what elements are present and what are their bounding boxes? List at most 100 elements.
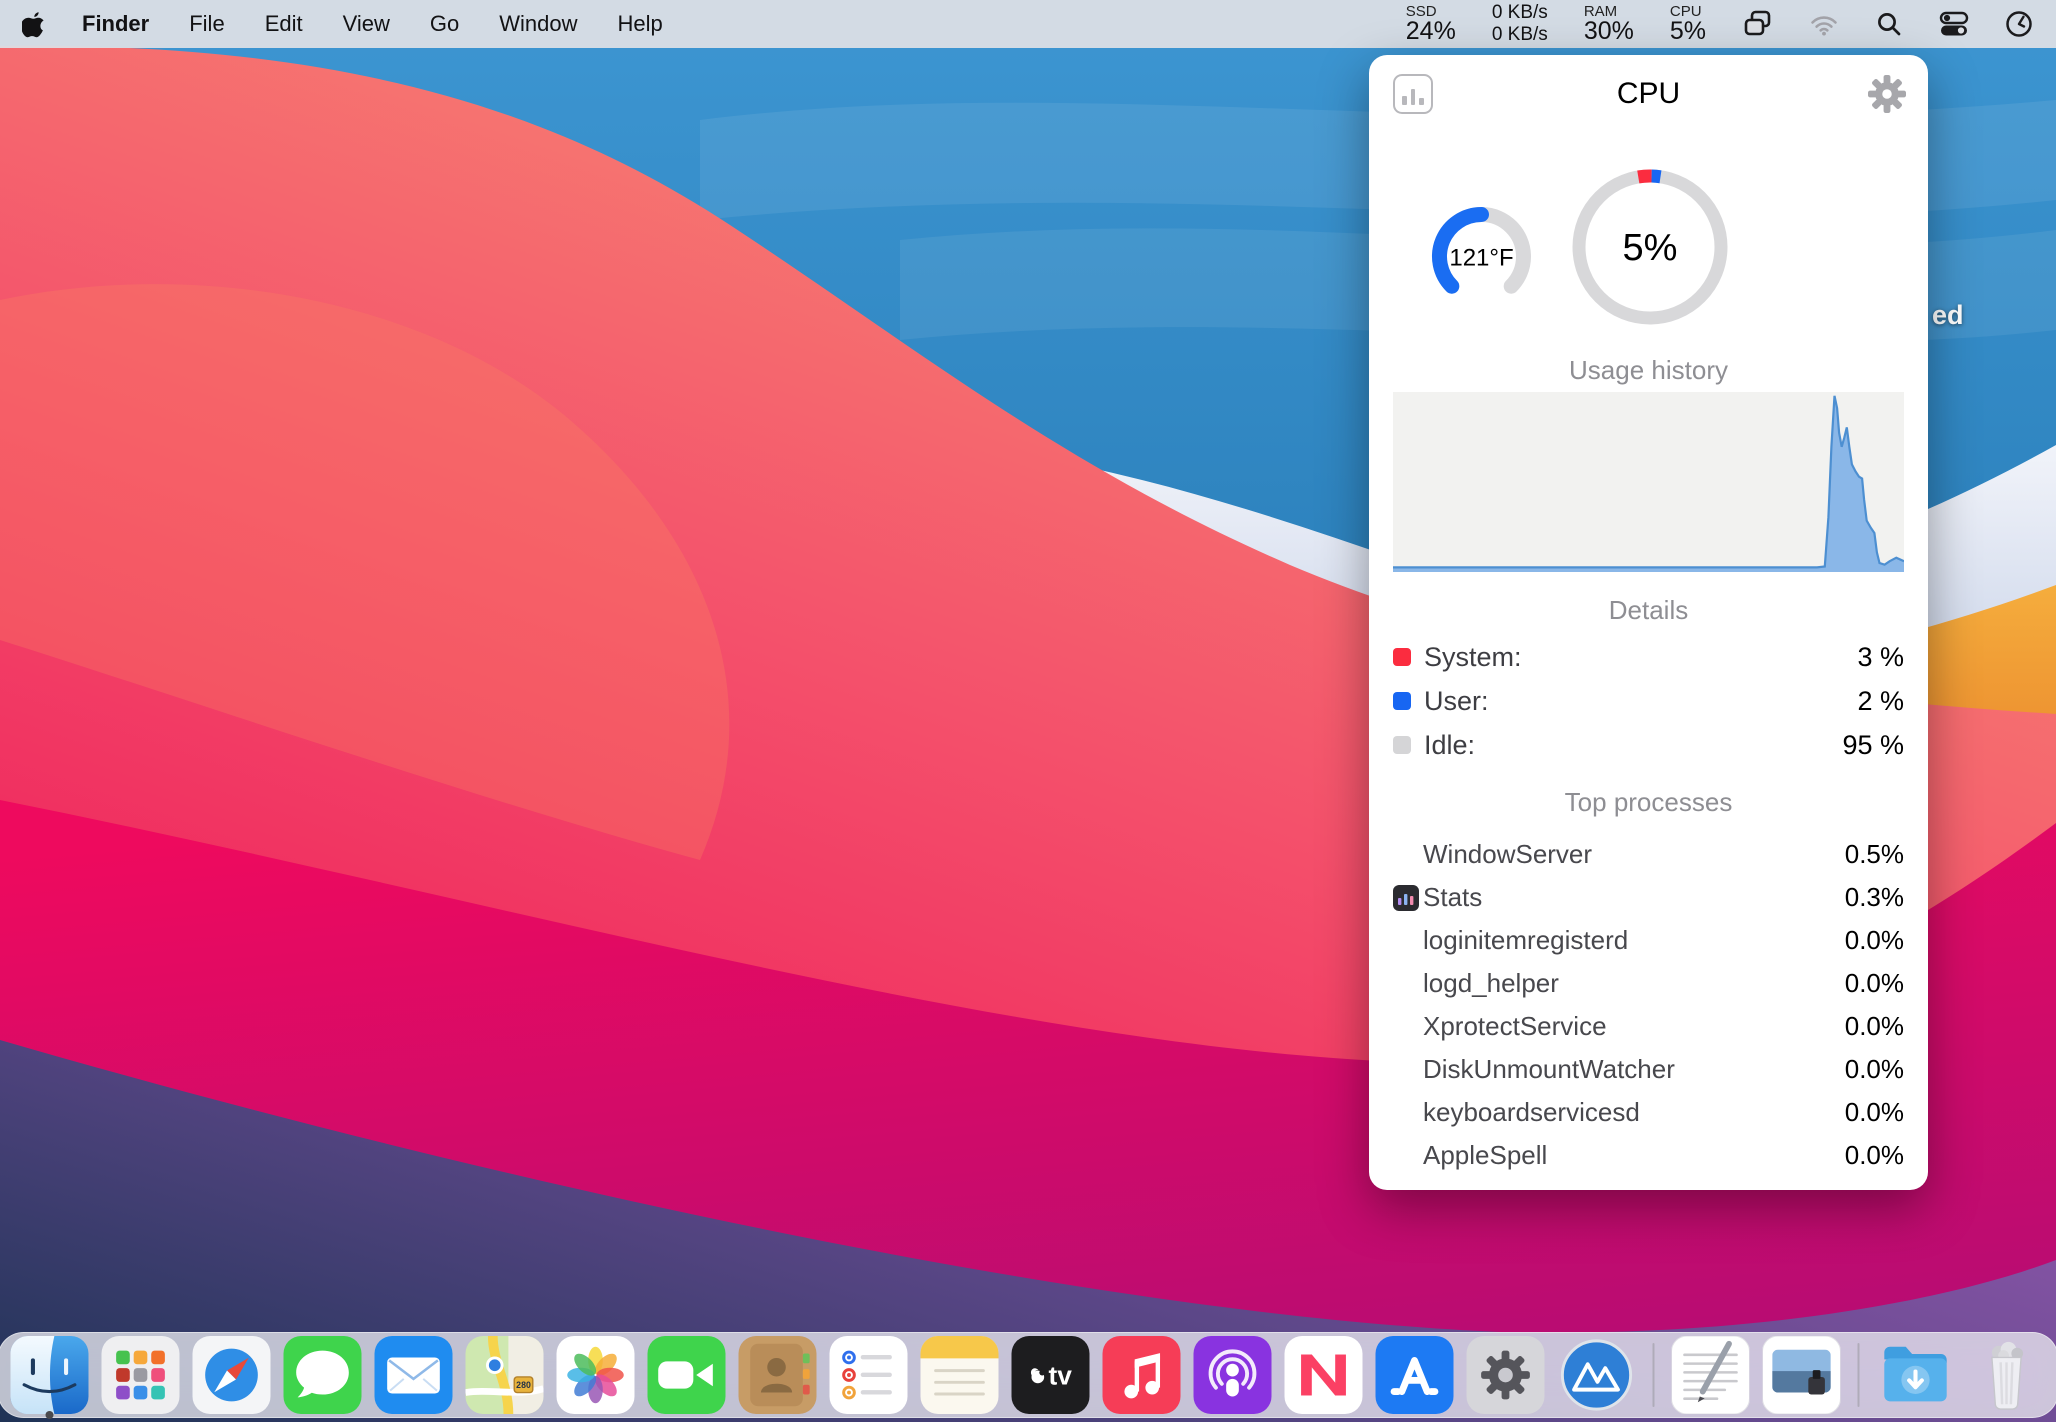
panel-header: CPU (1369, 55, 1928, 131)
detail-row: Idle: 95 % (1393, 723, 1904, 767)
menu-item-window[interactable]: Window (499, 11, 577, 37)
menu-bar-icons (1742, 9, 2034, 39)
process-name: keyboardservicesd (1423, 1097, 1640, 1128)
dock-finder-icon[interactable] (11, 1336, 89, 1414)
ram-value: 30% (1584, 19, 1634, 45)
menu-item-help[interactable]: Help (618, 11, 663, 37)
process-name: WindowServer (1423, 839, 1592, 870)
search-icon[interactable] (1874, 9, 1904, 39)
top-processes-title: Top processes (1369, 787, 1928, 818)
net-up-value: 0 KB/s (1492, 2, 1548, 24)
legend-swatch (1393, 736, 1411, 754)
dock-mail-icon[interactable] (375, 1336, 453, 1414)
menu-item-file[interactable]: File (189, 11, 224, 37)
detail-value: 95 % (1842, 730, 1904, 761)
dock-reminders-icon[interactable] (830, 1336, 908, 1414)
windows-stack-icon[interactable] (1742, 9, 1774, 39)
dock-system-preferences-icon[interactable] (1467, 1336, 1545, 1414)
process-icon-slot (1393, 1014, 1423, 1040)
process-row: WindowServer 0.5% (1393, 833, 1904, 876)
network-status[interactable]: 0 KB/s 0 KB/s (1492, 2, 1548, 46)
dock-contacts-icon[interactable] (739, 1336, 817, 1414)
process-name: AppleSpell (1423, 1140, 1547, 1171)
dock-photos-icon[interactable] (557, 1336, 635, 1414)
active-app-name[interactable]: Finder (82, 11, 149, 37)
svg-text:5%: 5% (1623, 227, 1678, 269)
process-name: logd_helper (1423, 968, 1559, 999)
process-row: logd_helper 0.0% (1393, 962, 1904, 1005)
usage-history-title: Usage history (1369, 355, 1928, 386)
dock-downloads-folder-icon[interactable] (1877, 1336, 1955, 1414)
dock-podcasts-icon[interactable] (1194, 1336, 1272, 1414)
process-name: XprotectService (1423, 1011, 1607, 1042)
details-rows: System: 3 % User:2 % Idle: 95 % (1393, 635, 1904, 767)
dock-divider (1653, 1343, 1655, 1407)
detail-label: Idle: (1424, 730, 1475, 761)
menu-item-view[interactable]: View (343, 11, 390, 37)
process-name: DiskUnmountWatcher (1423, 1054, 1675, 1085)
process-icon-slot (1393, 842, 1423, 868)
net-down-value: 0 KB/s (1492, 24, 1548, 46)
process-name: Stats (1423, 882, 1482, 913)
usage-history-chart (1393, 392, 1904, 572)
process-row: AppleSpell 0.0% (1393, 1134, 1904, 1177)
dock-mountain-app-icon[interactable] (1558, 1336, 1636, 1414)
legend-swatch (1393, 692, 1411, 710)
process-icon-slot (1393, 971, 1423, 997)
dock-preview-icon[interactable] (1763, 1336, 1841, 1414)
dock-music-icon[interactable] (1103, 1336, 1181, 1414)
cpu-usage-gauge: 5% (1565, 162, 1735, 332)
dock-appstore-icon[interactable] (1376, 1336, 1454, 1414)
cpu-status[interactable]: CPU 5% (1670, 4, 1706, 45)
process-rows: WindowServer0.5%Stats0.3%loginitemregist… (1393, 833, 1904, 1177)
process-cpu-value: 0.0% (1845, 925, 1904, 956)
legend-swatch (1393, 648, 1411, 666)
svg-text:tv: tv (1049, 1361, 1073, 1391)
desktop-item-label-partial[interactable]: ed (1932, 300, 1964, 331)
detail-label: System: (1424, 642, 1522, 673)
dock-safari-icon[interactable] (193, 1336, 271, 1414)
process-cpu-value: 0.3% (1845, 882, 1904, 913)
details-title: Details (1369, 595, 1928, 626)
detail-label: User: (1424, 686, 1489, 717)
process-cpu-value: 0.0% (1845, 968, 1904, 999)
dock-messages-icon[interactable] (284, 1336, 362, 1414)
dock-tv-icon[interactable]: tv (1012, 1336, 1090, 1414)
process-row: DiskUnmountWatcher 0.0% (1393, 1048, 1904, 1091)
app-menus: File Edit View Go Window Help (189, 11, 663, 37)
apple-menu-icon[interactable] (22, 10, 46, 38)
process-icon-slot (1393, 1100, 1423, 1126)
process-cpu-value: 0.5% (1845, 839, 1904, 870)
clock-icon[interactable] (2004, 9, 2034, 39)
control-center-icon[interactable] (1938, 9, 1970, 39)
process-row: keyboardservicesd 0.0% (1393, 1091, 1904, 1134)
process-cpu-value: 0.0% (1845, 1011, 1904, 1042)
process-cpu-value: 0.0% (1845, 1140, 1904, 1171)
ssd-status[interactable]: SSD 24% (1406, 4, 1456, 45)
menu-item-go[interactable]: Go (430, 11, 459, 37)
menu-item-edit[interactable]: Edit (265, 11, 303, 37)
dock-trash-icon[interactable] (1968, 1336, 2046, 1414)
ssd-value: 24% (1406, 19, 1456, 45)
svg-text:121°F: 121°F (1449, 245, 1513, 272)
process-cpu-value: 0.0% (1845, 1054, 1904, 1085)
detail-row: System: 3 % (1393, 635, 1904, 679)
process-cpu-value: 0.0% (1845, 1097, 1904, 1128)
gear-icon[interactable] (1868, 75, 1906, 113)
dock-news-icon[interactable] (1285, 1336, 1363, 1414)
dock: 280 tv (0, 1332, 2056, 1418)
dock-facetime-icon[interactable] (648, 1336, 726, 1414)
process-icon-slot (1393, 1143, 1423, 1169)
dock-maps-icon[interactable]: 280 (466, 1336, 544, 1414)
cpu-stats-panel: CPU 121°F 5% Usage history Details Syste… (1369, 55, 1928, 1190)
svg-text:280: 280 (516, 1380, 531, 1390)
dock-notes-icon[interactable] (921, 1336, 999, 1414)
menu-bar-status-area: SSD 24% 0 KB/s 0 KB/s RAM 30% CPU 5% (1406, 2, 2034, 46)
dock-launchpad-icon[interactable] (102, 1336, 180, 1414)
detail-value: 3 % (1857, 642, 1904, 673)
ram-status[interactable]: RAM 30% (1584, 4, 1634, 45)
dock-textedit-icon[interactable] (1672, 1336, 1750, 1414)
temperature-gauge: 121°F (1424, 199, 1539, 314)
wifi-icon[interactable] (1808, 10, 1840, 38)
detail-row: User:2 % (1393, 679, 1904, 723)
